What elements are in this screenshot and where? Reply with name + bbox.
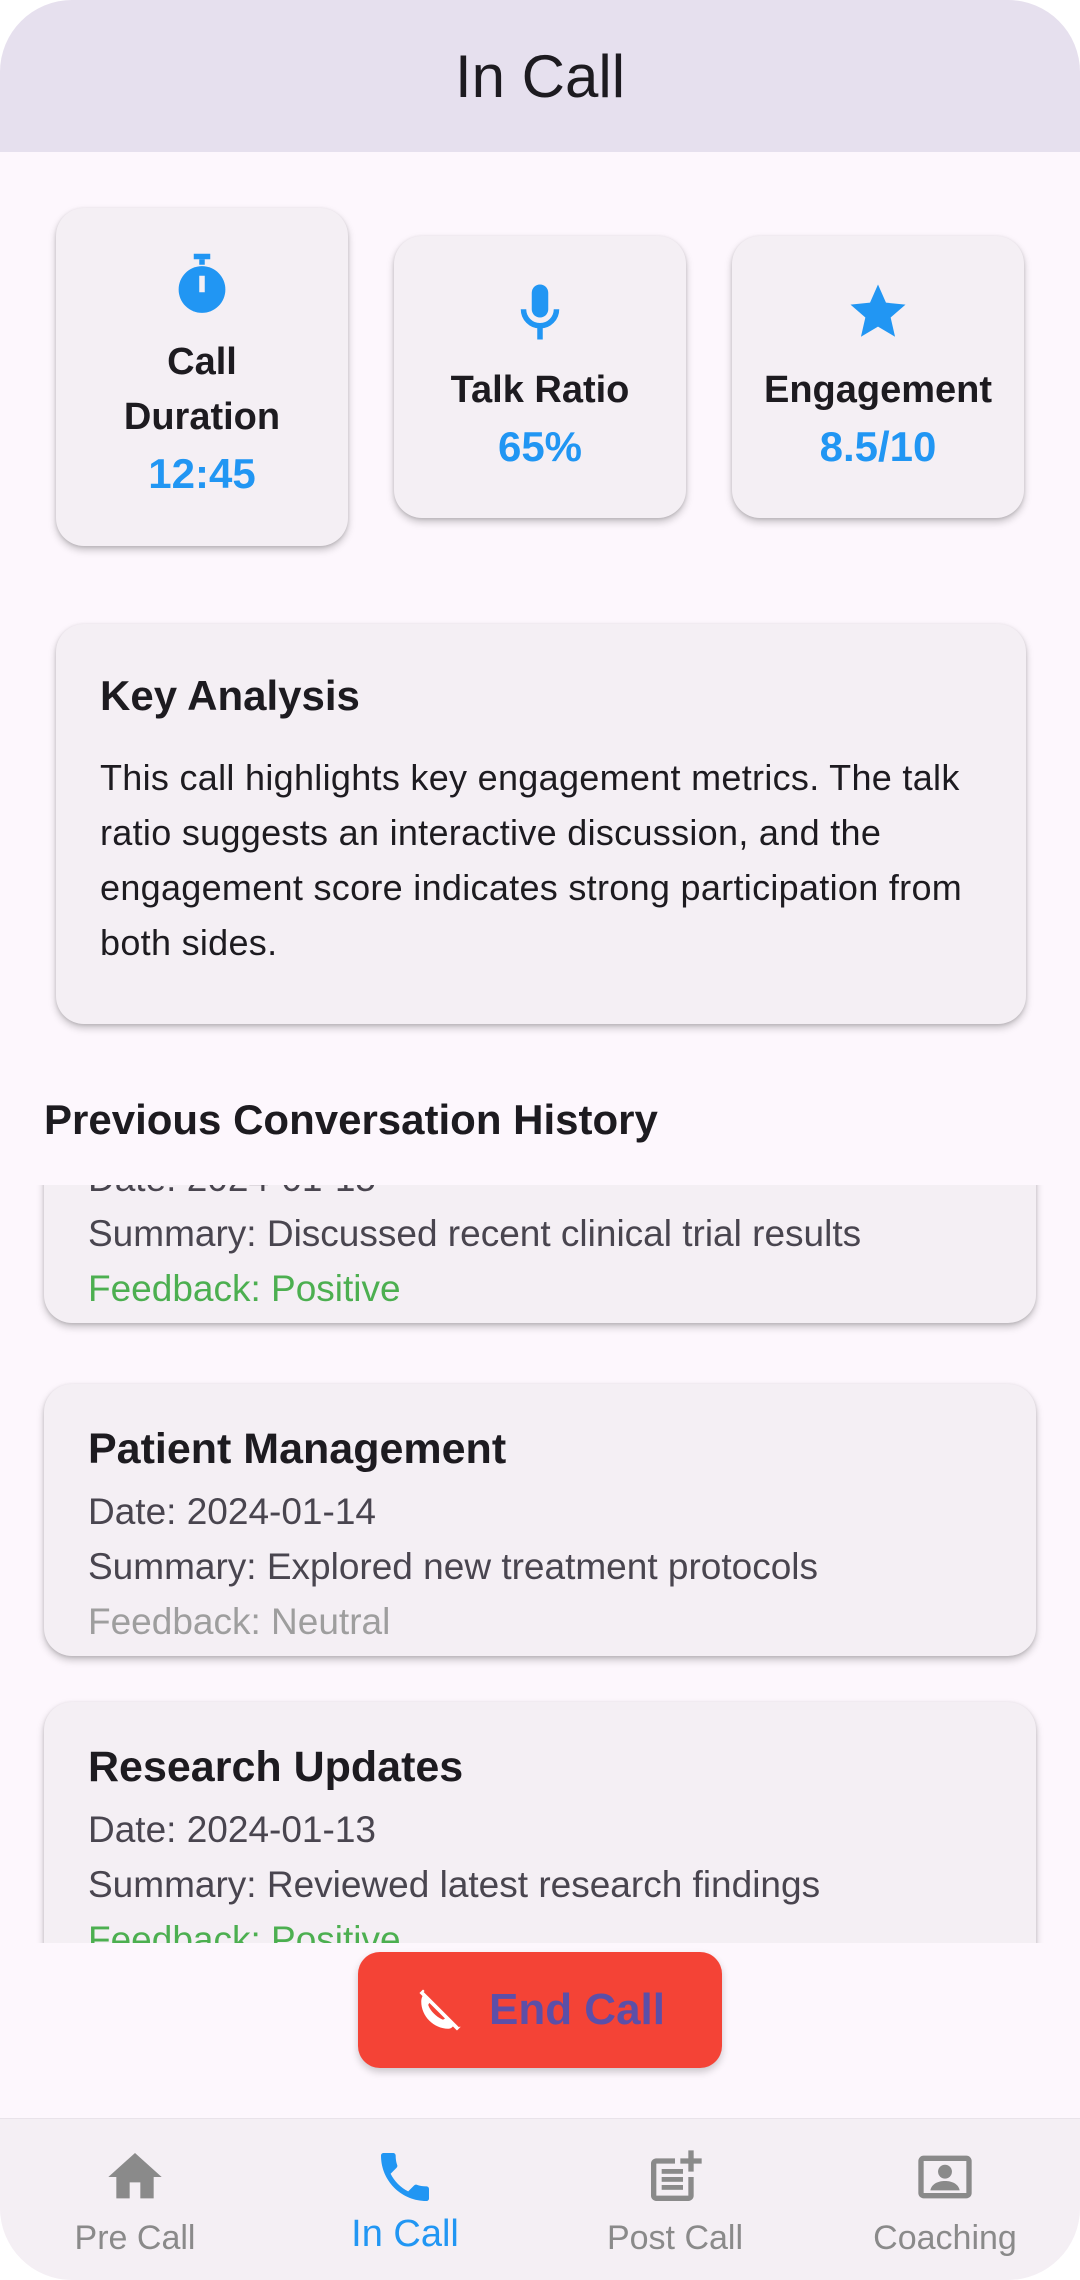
analysis-body: This call highlights key engagement metr… — [100, 757, 963, 963]
metric-card-talk-ratio: Talk Ratio 65% — [394, 236, 686, 518]
coaching-icon — [918, 2155, 972, 2199]
metric-value: 65% — [497, 422, 583, 470]
history-title: Research Updates — [88, 1743, 464, 1791]
history-item[interactable]: Research Updates Date: 2024-01-13 Summar… — [44, 1702, 1036, 1943]
nav-item-coaching[interactable]: Coaching — [810, 2119, 1080, 2280]
history-feedback: Feedback: Positive — [88, 1268, 401, 1309]
metric-card-call-duration: Call Duration 12:45 — [56, 208, 348, 546]
call-end-icon — [419, 1989, 461, 2031]
nav-label: Coaching — [873, 2219, 1017, 2257]
history-date: Date: 2024-01-15 — [88, 1185, 992, 1206]
app-bar: In Call — [0, 0, 1080, 152]
history-title: Patient Management — [88, 1425, 507, 1473]
history-feedback: Feedback: Positive — [88, 1919, 401, 1943]
nav-item-post-call[interactable]: Post Call — [540, 2119, 810, 2280]
page-title: In Call — [454, 42, 626, 110]
nav-label: In Call — [351, 2213, 459, 2255]
bottom-navigation: Pre Call In Call Post Call Coaching — [0, 2118, 1080, 2280]
metric-card-engagement: Engagement 8.5/10 — [732, 236, 1024, 518]
history-date: Date: 2024-01-13 — [88, 1809, 376, 1850]
metric-label: Engagement — [763, 368, 993, 411]
history-list[interactable]: Date: 2024-01-15 Summary: Discussed rece… — [0, 1185, 1080, 1943]
mic-icon — [520, 284, 560, 339]
metric-label: Call Duration — [123, 341, 281, 438]
history-summary: Summary: Explored new treatment protocol… — [88, 1546, 819, 1587]
end-call-button[interactable]: End Call — [358, 1952, 722, 2068]
analysis-title: Key Analysis — [100, 672, 360, 719]
end-call-label: End Call — [488, 1985, 666, 2034]
phone-screen: In Call Call Duration 12:45 Talk Ratio 6… — [0, 0, 1080, 2280]
phone-icon — [381, 2153, 429, 2201]
home-icon — [108, 2153, 162, 2199]
history-date: Date: 2024-01-14 — [88, 1491, 376, 1532]
star-icon — [850, 284, 906, 337]
history-item[interactable]: Patient Management Date: 2024-01-14 Summ… — [44, 1384, 1036, 1656]
metric-value: 8.5/10 — [819, 422, 937, 470]
nav-label: Pre Call — [74, 2219, 196, 2257]
post-add-icon — [651, 2150, 702, 2201]
history-summary: Summary: Reviewed latest research findin… — [88, 1864, 821, 1905]
nav-item-in-call[interactable]: In Call — [270, 2119, 540, 2280]
metric-label: Talk Ratio — [450, 368, 630, 411]
history-item[interactable]: Date: 2024-01-15 Summary: Discussed rece… — [44, 1185, 1036, 1323]
history-heading: Previous Conversation History — [44, 1096, 658, 1143]
nav-item-pre-call[interactable]: Pre Call — [0, 2119, 270, 2280]
metric-value: 12:45 — [148, 450, 256, 497]
history-feedback: Feedback: Neutral — [88, 1601, 391, 1642]
timer-icon — [178, 253, 226, 313]
history-summary: Summary: Discussed recent clinical trial… — [88, 1213, 862, 1254]
key-analysis-card: Key Analysis This call highlights key en… — [56, 624, 1026, 1024]
nav-label: Post Call — [606, 2219, 744, 2257]
